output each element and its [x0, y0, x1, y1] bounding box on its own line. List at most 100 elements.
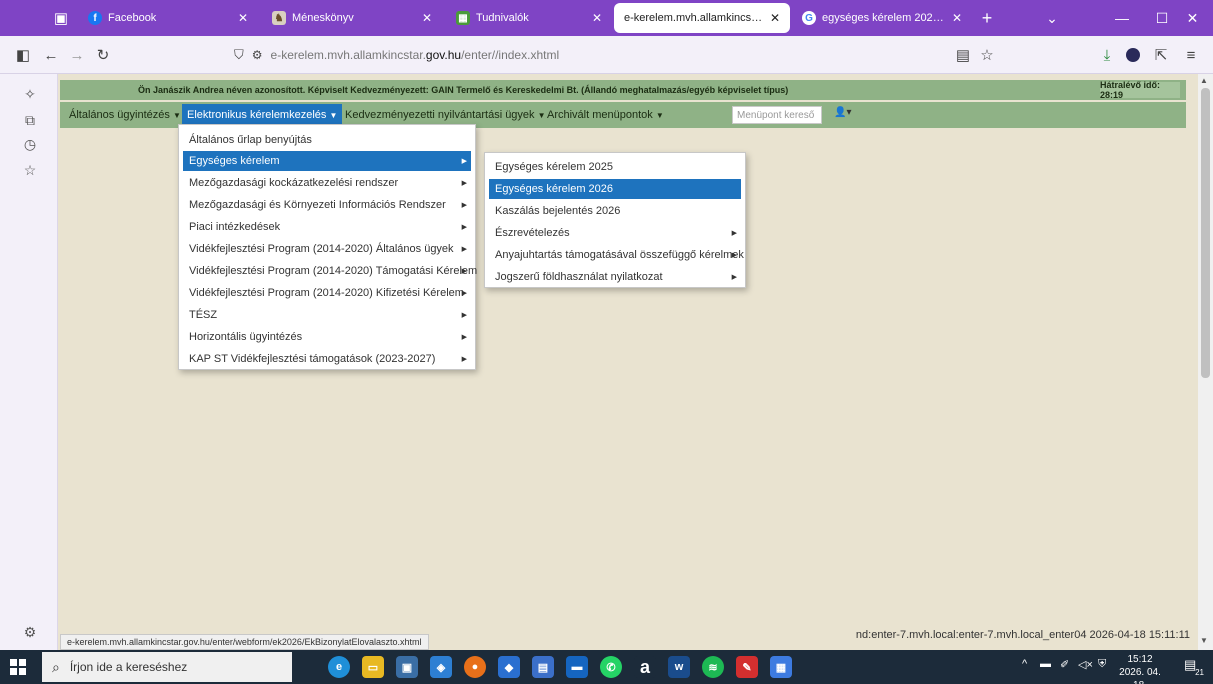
- security-icon[interactable]: ⛨: [1098, 658, 1106, 671]
- dropdown-caret-icon: ▼: [655, 110, 664, 120]
- submenu-item[interactable]: Anyajuhtartás támogatásával összefüggő k…: [489, 245, 744, 265]
- firefox-icon[interactable]: ●: [464, 656, 486, 678]
- taskbar-search-input[interactable]: ⌕ Írjon ide a kereséshez: [42, 652, 292, 682]
- taskbar-clock[interactable]: 15:12 2026. 04. 18.: [1112, 653, 1168, 684]
- submenu-arrow-icon: ▶: [461, 356, 467, 363]
- submenu-arrow-icon: ▶: [461, 312, 467, 319]
- bookmarks-star-icon[interactable]: ☆: [20, 160, 40, 180]
- scroll-up-arrow-icon[interactable]: ▲: [1200, 76, 1208, 85]
- menu-altalanos-ugyintezes[interactable]: Általános ügyintézés ▼: [64, 104, 186, 126]
- close-icon[interactable]: ✕: [238, 11, 248, 25]
- reload-icon[interactable]: ↻: [92, 44, 114, 66]
- dropdown-item[interactable]: Mezőgazdasági és Környezeti Információs …: [183, 195, 471, 215]
- tab-google[interactable]: G egységes kérelem 2026 - Googl ✕: [792, 3, 972, 33]
- reader-mode-icon[interactable]: ▤: [952, 44, 974, 66]
- whatsapp-icon[interactable]: ✆: [600, 656, 622, 678]
- menu-elektronikus-kerelemkezeles[interactable]: Elektronikus kérelemkezelés ▼: [182, 104, 343, 126]
- submenu-arrow-icon: ▶: [731, 252, 737, 259]
- tab-e-kerelem[interactable]: e-kerelem.mvh.allamkincstar.gov.hu ✕: [614, 3, 790, 33]
- calendar-icon[interactable]: ▤: [532, 656, 554, 678]
- server-info: nd:enter-7.mvh.local:enter-7.mvh.local_e…: [855, 629, 1190, 641]
- hamburger-menu-icon[interactable]: ≡: [1180, 44, 1202, 66]
- dropdown-item[interactable]: Vidékfejlesztési Program (2014-2020) Ált…: [183, 239, 471, 259]
- file-explorer-icon[interactable]: ▭: [362, 656, 384, 678]
- dropdown-item[interactable]: KAP ST Vidékfejlesztési támogatások (202…: [183, 349, 471, 369]
- minimize-button[interactable]: —: [1100, 0, 1144, 36]
- pen-icon[interactable]: ✐: [1060, 658, 1069, 671]
- app-icon[interactable]: ◆: [498, 656, 520, 678]
- bookmark-star-icon[interactable]: ☆: [976, 44, 998, 66]
- submenu-arrow-icon: ▶: [461, 202, 467, 209]
- address-bar[interactable]: ⛉ ⚙ e-kerelem.mvh.allamkincstar.gov.hu/e…: [222, 41, 1002, 69]
- permissions-icon[interactable]: ⚙: [252, 48, 263, 62]
- dropdown-item[interactable]: Általános űrlap benyújtás: [183, 130, 471, 150]
- page-scrollbar[interactable]: ▲ ▼: [1198, 74, 1213, 650]
- shield-icon[interactable]: ⛉: [234, 47, 244, 63]
- extensions-icon[interactable]: ⇱: [1150, 44, 1172, 66]
- amazon-icon[interactable]: a: [634, 656, 656, 678]
- grid-icon: ▦: [456, 11, 470, 25]
- submenu-item[interactable]: Egységes kérelem 2026: [489, 179, 741, 199]
- notes-icon[interactable]: ▬: [566, 656, 588, 678]
- tab-title: egységes kérelem 2026 - Googl: [822, 12, 946, 24]
- submenu-item[interactable]: Egységes kérelem 2025: [489, 157, 741, 177]
- menu-archivalt-menupontok[interactable]: Archivált menüpontok ▼: [542, 104, 669, 126]
- close-icon[interactable]: ✕: [770, 11, 780, 25]
- dropdown-item[interactable]: Mezőgazdasági kockázatkezelési rendszer ▶: [183, 173, 471, 193]
- volume-icon[interactable]: ◁×: [1078, 658, 1093, 671]
- downloads-icon[interactable]: ⤓: [1096, 44, 1118, 66]
- submenu-arrow-icon: ▶: [461, 158, 467, 165]
- edge-icon[interactable]: e: [328, 656, 350, 678]
- close-icon[interactable]: ✕: [592, 11, 602, 25]
- dropdown-item[interactable]: Vidékfejlesztési Program (2014-2020) Kif…: [183, 283, 471, 303]
- menu-kedvezmenyezetti-nyilvantartasi-ugyek[interactable]: Kedvezményezetti nyilvántartási ügyek ▼: [340, 104, 551, 126]
- back-arrow-icon[interactable]: ←: [40, 44, 62, 66]
- dropdown-item[interactable]: Horizontális ügyintézés ▶: [183, 327, 471, 347]
- synced-tabs-icon[interactable]: ⧉: [20, 110, 40, 130]
- dropdown-item[interactable]: Piaci intézkedések ▶: [183, 217, 471, 237]
- close-window-button[interactable]: ✕: [1172, 0, 1213, 36]
- dropdown-caret-icon: ▼: [329, 110, 338, 120]
- search-icon: ⌕: [52, 658, 60, 675]
- submenu-item[interactable]: Kaszálás bejelentés 2026: [489, 201, 741, 221]
- windows-start-icon[interactable]: [10, 659, 26, 675]
- sidebar-toggle-icon[interactable]: ◧: [12, 44, 34, 66]
- windows-taskbar: ⌕ Írjon ide a kereséshez e ▭ ▣ ◈ ● ◆ ▤ ▬…: [0, 650, 1213, 684]
- user-menu-icon[interactable]: 👤▾: [834, 107, 851, 118]
- tab-overview-icon[interactable]: ▣: [50, 7, 72, 29]
- notification-icon[interactable]: ▤ 21: [1184, 657, 1204, 677]
- ai-sparkle-icon[interactable]: ✧: [20, 84, 40, 104]
- submenu-item[interactable]: Észrevételezés ▶: [489, 223, 741, 243]
- menu-search-input[interactable]: Menüpont kereső: [732, 106, 822, 124]
- tray-chevron-icon[interactable]: ^: [1022, 658, 1027, 670]
- history-clock-icon[interactable]: ◷: [20, 134, 40, 154]
- submenu-item[interactable]: Jogszerű földhasználat nyilatkozat ▶: [489, 267, 741, 287]
- forward-arrow-icon[interactable]: →: [66, 44, 88, 66]
- app-window-icon[interactable]: ▦: [770, 656, 792, 678]
- scroll-down-arrow-icon[interactable]: ▼: [1200, 636, 1208, 645]
- close-icon[interactable]: ✕: [422, 11, 432, 25]
- scrollbar-thumb[interactable]: [1201, 88, 1210, 378]
- url-text: e-kerelem.mvh.allamkincstar.gov.hu/enter…: [270, 48, 560, 62]
- close-icon[interactable]: ✕: [952, 11, 962, 25]
- tab-meneskonyv[interactable]: ♞ Méneskönyv ✕: [262, 3, 442, 33]
- tab-list-chevron-icon[interactable]: ⌄: [1030, 0, 1074, 36]
- tab-title: Tudnivalók: [476, 12, 529, 24]
- notification-count: 21: [1195, 668, 1204, 677]
- store-icon[interactable]: ▣: [396, 656, 418, 678]
- tab-facebook[interactable]: f Facebook ✕: [78, 3, 258, 33]
- photos-icon[interactable]: ◈: [430, 656, 452, 678]
- wolt-icon[interactable]: w: [668, 656, 690, 678]
- new-tab-button[interactable]: +: [972, 0, 1002, 36]
- dropdown-item[interactable]: TÉSZ ▶: [183, 305, 471, 325]
- pdf-icon[interactable]: ✎: [736, 656, 758, 678]
- page-content: Ön Janászik Andrea néven azonosított. Ké…: [58, 74, 1198, 650]
- network-icon[interactable]: ▬: [1040, 658, 1051, 670]
- dropdown-item[interactable]: Egységes kérelem ▶: [183, 151, 471, 171]
- spotify-icon[interactable]: ≋: [702, 656, 724, 678]
- account-icon[interactable]: [1122, 44, 1144, 66]
- tab-tudnivalok[interactable]: ▦ Tudnivalók ✕: [446, 3, 612, 33]
- clock-date: 2026. 04. 18.: [1119, 667, 1161, 684]
- sidebar-settings-icon[interactable]: ⚙: [20, 622, 40, 642]
- dropdown-item[interactable]: Vidékfejlesztési Program (2014-2020) Tám…: [183, 261, 477, 281]
